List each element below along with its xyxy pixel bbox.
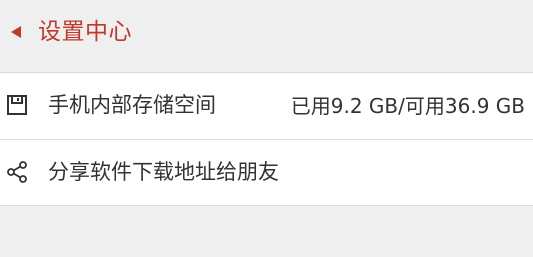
storage-value: 已用9.2 GB/可用36.9 GB <box>290 94 525 118</box>
back-arrow-icon[interactable] <box>10 26 22 38</box>
page-title: 设置中心 <box>38 19 132 45</box>
share-icon <box>7 161 27 183</box>
storage-row[interactable]: 手机内部存储空间 已用9.2 GB/可用36.9 GB <box>0 73 533 139</box>
share-row[interactable]: 分享软件下载地址给朋友 <box>0 139 533 205</box>
header: 设置中心 <box>0 0 533 72</box>
share-label: 分享软件下载地址给朋友 <box>48 160 279 184</box>
storage-label: 手机内部存储空间 <box>48 93 216 117</box>
storage-icon <box>7 95 27 115</box>
settings-list: 手机内部存储空间 已用9.2 GB/可用36.9 GB 分享软件下载地址给朋友 <box>0 72 533 206</box>
